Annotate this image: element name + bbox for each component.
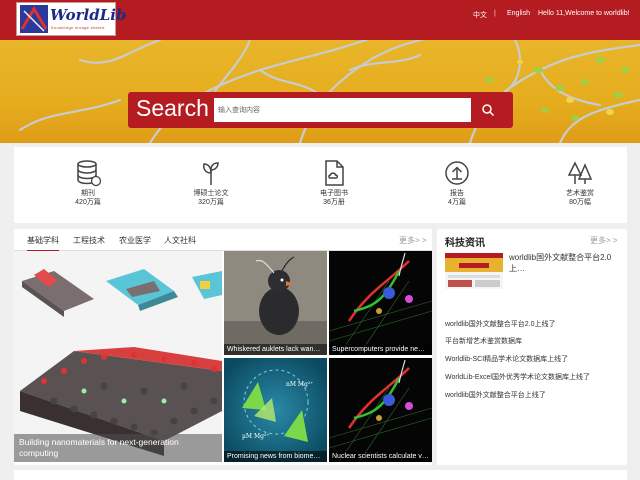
- nanomaterials-image: [14, 251, 222, 462]
- discipline-panel: 基础学科 工程技术 农业医学 人文社科 更多> > Building nanom…: [14, 229, 432, 465]
- article-caption: Promising news from biome…: [224, 451, 327, 462]
- category-ebooks[interactable]: 电子图书 36万册: [294, 159, 374, 207]
- database-icon: [77, 160, 102, 187]
- user-greeting[interactable]: Hello 11,Welcome to worldlib!: [538, 10, 630, 17]
- featured-article-tile[interactable]: Building nanomaterials for next-generati…: [14, 251, 222, 462]
- magnesium-molecule-image: nM Mg²⁺ µM Mg²⁺: [224, 358, 327, 462]
- worldlib-site-thumbnail: [445, 253, 503, 289]
- article-tile-supercomputers[interactable]: Supercomputers provide ne…: [329, 251, 432, 355]
- particle-physics-image: [329, 251, 432, 355]
- category-reports[interactable]: 报告 4万篇: [417, 159, 497, 207]
- discipline-tabs: 基础学科 工程技术 农业医学 人文社科 更多> >: [14, 229, 432, 252]
- article-caption: Nuclear scientists calculate v…: [329, 451, 432, 462]
- category-count: 36万册: [323, 199, 345, 206]
- article-tile-biomedicine[interactable]: nM Mg²⁺ µM Mg²⁺ Promising news from biom…: [224, 358, 327, 462]
- article-caption: Supercomputers provide ne…: [329, 344, 432, 355]
- tab-humanities[interactable]: 人文社科: [164, 235, 196, 246]
- nav-separator: |: [494, 10, 496, 17]
- search-icon: [482, 104, 495, 117]
- news-title: 科技资讯: [445, 238, 485, 249]
- category-count: 420万篇: [75, 199, 101, 206]
- top-header: WorldLib Knowledge enrage shared 中文 | En…: [0, 0, 640, 40]
- auklet-bird-image: [224, 251, 327, 355]
- trees-icon: [567, 161, 593, 184]
- category-count: 80万幅: [569, 199, 591, 206]
- resource-categories: 期刊 420万篇 博硕士论文 320万篇 电子图书 36万册 报告 4万篇 艺术…: [14, 147, 627, 223]
- upload-circle-icon: [445, 161, 469, 185]
- search-banner: Search: [0, 40, 640, 143]
- search-button[interactable]: [471, 98, 505, 122]
- category-label: 电子图书: [320, 190, 348, 197]
- worldlib-logo[interactable]: WorldLib Knowledge enrage shared: [16, 2, 126, 36]
- news-item[interactable]: worldlib国外文献整合平台2.0上线了: [445, 319, 555, 329]
- cloud-file-icon: [325, 160, 344, 186]
- article-tile-nuclear[interactable]: Nuclear scientists calculate v…: [329, 358, 432, 462]
- sprout-icon: [203, 162, 219, 185]
- lang-chinese-link[interactable]: 中文: [473, 10, 487, 20]
- news-item[interactable]: Worldlib-SCI精品学术论文数据库上线了: [445, 354, 568, 364]
- logo-text: WorldLib: [50, 6, 127, 24]
- news-item[interactable]: 平台新增艺术鉴赏数据库: [445, 336, 522, 346]
- category-label: 博硕士论文: [193, 190, 229, 197]
- news-featured-thumbnail[interactable]: [445, 253, 503, 289]
- news-item[interactable]: worldlib国外文献整合平台上线了: [445, 390, 546, 400]
- search-box: Search: [128, 92, 513, 128]
- category-art[interactable]: 艺术鉴赏 80万幅: [540, 159, 620, 207]
- search-input[interactable]: [214, 98, 471, 122]
- news-more-link[interactable]: 更多> >: [590, 235, 618, 246]
- category-label: 艺术鉴赏: [566, 190, 594, 197]
- search-title: Search: [136, 95, 209, 121]
- category-theses[interactable]: 博硕士论文 320万篇: [171, 159, 251, 207]
- logo-subtitle: Knowledge enrage shared: [51, 25, 105, 30]
- news-featured-title[interactable]: worldlib国外文献整合平台2.0上…: [509, 252, 621, 274]
- category-count: 4万篇: [448, 199, 466, 206]
- category-label: 期刊: [81, 190, 95, 197]
- news-item[interactable]: WorldLib-Excel国外优秀学术论文数据库上线了: [445, 372, 590, 382]
- svg-text:nM Mg²⁺: nM Mg²⁺: [286, 381, 313, 388]
- category-journals[interactable]: 期刊 420万篇: [48, 159, 128, 207]
- article-caption: Whiskered auklets lack wan…: [224, 344, 327, 355]
- svg-text:µM Mg²⁺: µM Mg²⁺: [242, 433, 270, 440]
- more-link[interactable]: 更多> >: [399, 235, 427, 246]
- bottom-section: [14, 470, 627, 480]
- logo-mark-icon: [20, 5, 48, 33]
- lang-english-link[interactable]: English: [507, 10, 530, 17]
- tab-basic-science[interactable]: 基础学科: [27, 235, 59, 252]
- tab-engineering[interactable]: 工程技术: [73, 235, 105, 246]
- tab-agriculture-medicine[interactable]: 农业医学: [119, 235, 151, 246]
- category-count: 320万篇: [198, 199, 224, 206]
- category-label: 报告: [450, 190, 464, 197]
- tech-news-panel: 科技资讯 更多> > worldlib国外文献整合平台2.0上… worldli…: [437, 229, 627, 465]
- nuclear-physics-image: [329, 358, 432, 462]
- featured-article-caption: Building nanomaterials for next-generati…: [14, 434, 222, 462]
- article-tile-auklets[interactable]: Whiskered auklets lack wan…: [224, 251, 327, 355]
